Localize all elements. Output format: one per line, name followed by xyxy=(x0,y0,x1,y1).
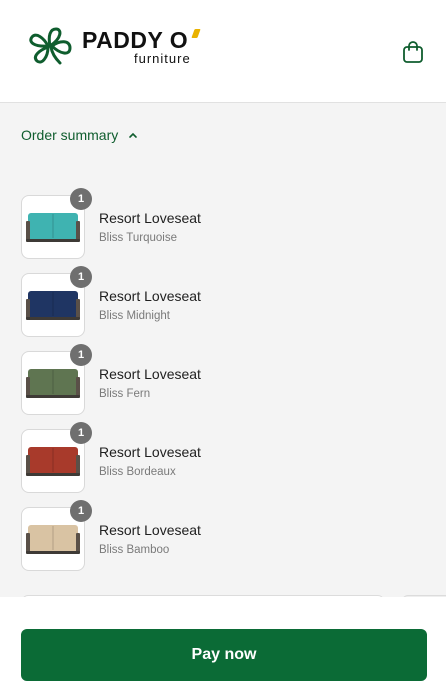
quantity-badge: 1 xyxy=(70,188,92,210)
quantity-badge: 1 xyxy=(70,344,92,366)
brand-name: PADDY O xyxy=(82,27,189,53)
item-title: Resort Loveseat xyxy=(99,522,201,538)
quantity-badge: 1 xyxy=(70,266,92,288)
item-title: Resort Loveseat xyxy=(99,444,201,460)
item-variant: Bliss Turquoise xyxy=(99,232,177,244)
brand-accent-mark xyxy=(191,29,201,38)
line-item: 1 Resort Loveseat Bliss Turquoise xyxy=(21,188,421,259)
order-summary-toggle[interactable]: Order summary xyxy=(21,125,138,145)
line-item: 1 Resort Loveseat Bliss Bordeaux xyxy=(21,422,421,493)
line-item: 1 Resort Loveseat Bliss Fern xyxy=(21,344,421,415)
brand-tagline: furniture xyxy=(134,51,191,66)
site-header: PADDY O furniture xyxy=(0,0,446,103)
pay-now-button[interactable]: Pay now xyxy=(21,629,427,681)
brand-logo[interactable]: PADDY O furniture xyxy=(26,26,206,70)
item-variant: Bliss Bamboo xyxy=(99,544,170,556)
order-summary-panel: Order summary 1 Resort Loveseat Bliss Tu… xyxy=(0,103,446,597)
chevron-up-icon xyxy=(129,132,138,138)
quantity-badge: 1 xyxy=(70,422,92,444)
item-variant: Bliss Bordeaux xyxy=(99,466,176,478)
cart-button[interactable] xyxy=(400,38,426,66)
order-summary-label: Order summary xyxy=(21,127,119,143)
item-title: Resort Loveseat xyxy=(99,210,201,226)
quantity-badge: 1 xyxy=(70,500,92,522)
shopping-bag-icon xyxy=(403,41,423,63)
item-variant: Bliss Midnight xyxy=(99,310,170,322)
item-variant: Bliss Fern xyxy=(99,388,151,400)
line-item: 1 Resort Loveseat Bliss Bamboo xyxy=(21,500,421,571)
shamrock-icon xyxy=(29,27,72,65)
checkout-footer: Pay now xyxy=(0,597,446,690)
item-title: Resort Loveseat xyxy=(99,366,201,382)
line-item: 1 Resort Loveseat Bliss Midnight xyxy=(21,266,421,337)
item-title: Resort Loveseat xyxy=(99,288,201,304)
